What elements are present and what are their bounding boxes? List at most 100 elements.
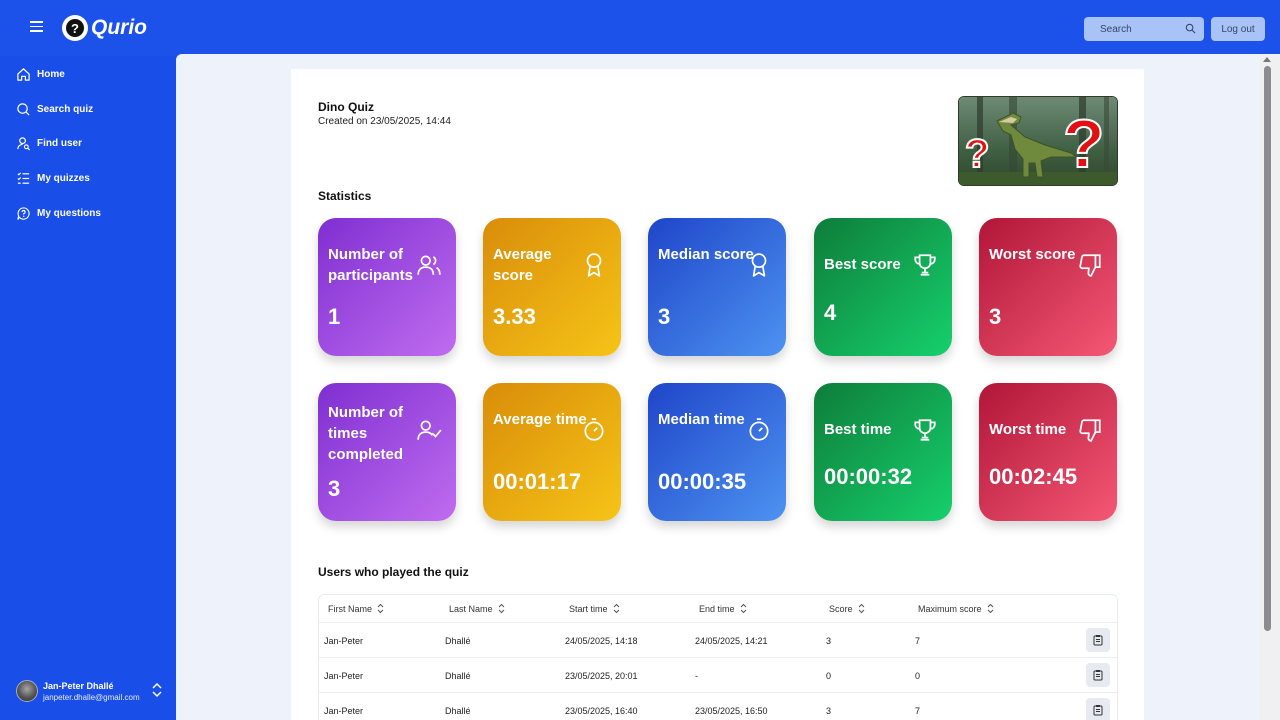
chevron-up-down-icon[interactable] — [150, 681, 164, 699]
players-title: Users who played the quiz — [318, 565, 469, 579]
stat-label: Best score — [824, 256, 901, 273]
user-search-icon — [17, 136, 30, 150]
stat-label: Average time — [493, 411, 587, 428]
question-chat-icon — [17, 206, 30, 220]
list-icon — [17, 171, 30, 184]
sort-icon — [987, 603, 993, 614]
column-header-end-time[interactable]: End time — [699, 603, 748, 614]
sort-icon — [498, 603, 504, 614]
sort-icon — [740, 603, 746, 614]
column-header-last-name[interactable]: Last Name — [449, 603, 506, 614]
cell-score: 0 — [826, 671, 832, 681]
cell-end-time: - — [695, 671, 698, 681]
cell-first-name: Jan-Peter — [324, 636, 364, 646]
sidebar-item-find-user[interactable]: Find user — [16, 133, 82, 153]
cell-start-time: 24/05/2025, 14:18 — [565, 636, 638, 646]
avatar — [16, 680, 38, 702]
stat-label: Median time — [658, 411, 745, 428]
sidebar-item-label: Home — [37, 68, 65, 80]
timer-icon — [749, 418, 769, 441]
view-details-button[interactable] — [1086, 663, 1110, 687]
column-header-first-name[interactable]: First Name — [328, 603, 385, 614]
column-header-score[interactable]: Score — [829, 603, 866, 614]
view-details-button[interactable] — [1086, 628, 1110, 652]
scroll-up-arrow-icon[interactable] — [1263, 57, 1271, 62]
cell-score: 3 — [826, 636, 832, 646]
search-icon[interactable] — [1185, 23, 1196, 34]
stat-label: Average score — [493, 246, 552, 284]
column-label: Start time — [569, 603, 608, 614]
column-label: Last Name — [449, 603, 493, 614]
stat-card-average-time: Average time 00:01:17 — [483, 383, 621, 521]
column-label: Maximum score — [918, 603, 982, 614]
top-bar: ? Qurio Log out — [0, 0, 1280, 56]
scrollbar[interactable] — [1260, 54, 1280, 720]
column-label: Score — [829, 603, 853, 614]
cell-first-name: Jan-Peter — [324, 706, 364, 716]
scrollbar-thumb[interactable] — [1264, 66, 1271, 631]
search-icon — [17, 102, 30, 116]
award-icon — [586, 253, 602, 277]
column-label: First Name — [328, 603, 373, 614]
search-input[interactable] — [1100, 23, 1184, 35]
stat-value: 3 — [989, 304, 1002, 329]
user-profile[interactable]: Jan-Peter Dhallé janpeter.dhalle@gmail.c… — [16, 676, 166, 706]
cell-score: 3 — [826, 706, 832, 716]
stat-label: Median score — [658, 246, 754, 263]
stat-value: 00:00:32 — [824, 464, 913, 489]
view-details-button[interactable] — [1086, 698, 1110, 720]
user-check-icon — [417, 420, 442, 440]
users-icon — [417, 255, 441, 275]
sort-icon — [377, 603, 384, 614]
sidebar-item-my-quizzes[interactable]: My quizzes — [16, 168, 90, 188]
sidebar-item-my-questions[interactable]: My questions — [16, 203, 101, 223]
user-info: Jan-Peter Dhallé janpeter.dhalle@gmail.c… — [43, 681, 140, 702]
hamburger-menu-icon[interactable] — [26, 18, 48, 40]
sidebar-item-search-quiz[interactable]: Search quiz — [16, 99, 93, 119]
user-email: janpeter.dhalle@gmail.com — [43, 692, 140, 702]
brand-name: Qurio — [91, 16, 147, 39]
cell-end-time: 23/05/2025, 16:50 — [695, 706, 768, 716]
stat-value: 00:01:17 — [493, 469, 582, 494]
stat-label: Number of participants — [328, 246, 414, 284]
stat-card-best-time: Best time 00:00:32 — [814, 383, 952, 521]
cell-end-time: 24/05/2025, 14:21 — [695, 636, 768, 646]
column-header-start-time[interactable]: Start time — [569, 603, 621, 614]
trophy-icon — [914, 254, 936, 276]
cell-maximum-score: 0 — [915, 671, 921, 681]
sidebar-item-label: Find user — [37, 137, 83, 149]
sidebar-item-label: My questions — [37, 207, 101, 219]
clipboard-icon — [1093, 705, 1103, 716]
column-label: End time — [699, 603, 735, 614]
logout-button[interactable]: Log out — [1211, 17, 1265, 41]
qurio-logo-icon: ? — [62, 15, 88, 41]
trophy-icon — [914, 419, 936, 441]
stat-value: 00:00:35 — [658, 469, 747, 494]
stat-label: Best time — [824, 421, 892, 438]
cell-maximum-score: 7 — [915, 636, 921, 646]
stat-value: 3 — [658, 304, 671, 329]
cell-start-time: 23/05/2025, 20:01 — [565, 671, 638, 681]
stat-label: Worst score — [989, 246, 1076, 263]
stat-value: 3.33 — [493, 304, 536, 329]
search-box[interactable] — [1084, 17, 1204, 41]
stat-value: 3 — [328, 476, 341, 501]
quiz-card: Dino Quiz Created on 23/05/2025, 14:44 ?… — [291, 69, 1144, 720]
clipboard-icon — [1093, 670, 1103, 681]
cell-maximum-score: 7 — [915, 706, 921, 716]
stat-card-worst-time: Worst time 00:02:45 — [979, 383, 1117, 521]
svg-text:?: ? — [1063, 106, 1105, 182]
cell-last-name: Dhallé — [445, 706, 471, 716]
stat-card-median-time: Median time 00:00:35 — [648, 383, 786, 521]
main-content: Dino Quiz Created on 23/05/2025, 14:44 ?… — [176, 54, 1260, 720]
sidebar: Home Search quiz Find user My quizzes My… — [0, 56, 176, 720]
sidebar-item-home[interactable]: Home — [16, 64, 65, 84]
brand-logo[interactable]: ? Qurio — [62, 15, 147, 41]
sort-icon — [613, 603, 619, 614]
app-window: ? Qurio Log out Home Search quiz Find us… — [0, 0, 1280, 720]
stat-card-median-score: Median score 3 — [648, 218, 786, 356]
stat-value: 00:02:45 — [989, 464, 1078, 489]
award-icon — [751, 253, 767, 277]
stat-value: 4 — [824, 300, 837, 325]
column-header-maximum-score[interactable]: Maximum score — [918, 603, 995, 614]
